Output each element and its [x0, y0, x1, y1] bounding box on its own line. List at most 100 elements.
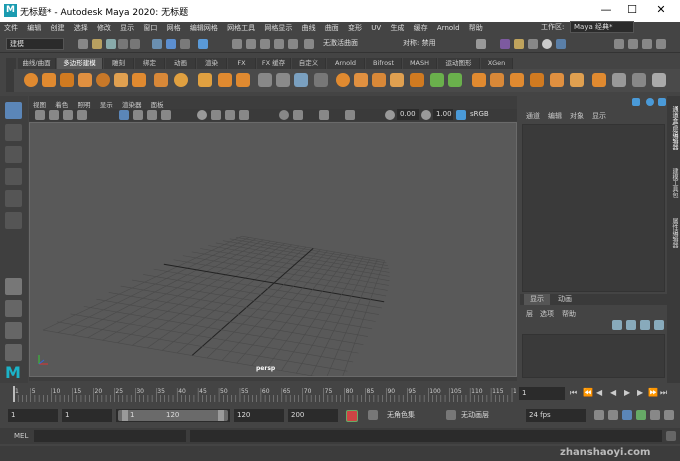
- target-weld-icon[interactable]: [314, 73, 328, 87]
- menu-create[interactable]: 创建: [50, 22, 64, 35]
- cut-uv-icon[interactable]: [592, 73, 606, 87]
- paint-select-icon[interactable]: [5, 146, 22, 163]
- range-right-grip[interactable]: [218, 410, 224, 421]
- menu-uv[interactable]: UV: [371, 22, 381, 35]
- color-management-icon[interactable]: [456, 110, 466, 120]
- side-tab-attribute-editor[interactable]: 属性编辑器: [668, 218, 679, 248]
- go-to-start-icon[interactable]: ⏮: [570, 388, 577, 398]
- menu-file[interactable]: 文件: [4, 22, 18, 35]
- redo-icon[interactable]: [130, 39, 140, 49]
- construction-history-icon[interactable]: [476, 39, 486, 49]
- character-set-icon[interactable]: [368, 410, 378, 420]
- layer-menu-layers[interactable]: 层: [526, 309, 533, 319]
- anti-alias-icon[interactable]: [239, 110, 249, 120]
- lasso-tool-icon[interactable]: [5, 124, 22, 141]
- snap-view-icon[interactable]: [274, 39, 284, 49]
- script-editor-icon[interactable]: [666, 431, 676, 441]
- panel-arrow-icon[interactable]: [632, 98, 640, 106]
- shelf-tab-xgen[interactable]: XGen: [481, 58, 513, 69]
- panel-float-icon[interactable]: [658, 98, 666, 106]
- fps-selector[interactable]: 24 fps: [526, 409, 586, 422]
- bookmarks-icon[interactable]: [49, 110, 59, 120]
- new-layer-selected-icon[interactable]: [654, 320, 664, 330]
- shelf-tab-fx-cache[interactable]: FX 缓存: [257, 58, 291, 69]
- animation-end-field[interactable]: 200: [288, 409, 338, 422]
- anim-layer-icon[interactable]: [446, 410, 456, 420]
- sweep-mesh-icon[interactable]: [198, 73, 212, 87]
- single-perspective-icon[interactable]: [5, 278, 22, 295]
- isolate-select-icon[interactable]: [279, 110, 289, 120]
- xray-components-icon[interactable]: [345, 110, 355, 120]
- minimize-button[interactable]: —: [598, 3, 614, 17]
- hypershade-icon[interactable]: [556, 39, 566, 49]
- step-back-frame-icon[interactable]: ◀: [596, 388, 602, 397]
- rotate-tool-icon[interactable]: [5, 190, 22, 207]
- auto-key-icon[interactable]: [346, 410, 358, 422]
- type-text-icon[interactable]: [218, 73, 232, 87]
- menu-mesh-display[interactable]: 网格显示: [264, 22, 292, 35]
- shelf-tab-custom[interactable]: 自定义: [292, 58, 326, 69]
- color-space-selector[interactable]: sRGB gamma: [467, 109, 515, 129]
- select-tool-icon[interactable]: [5, 102, 22, 119]
- menu-modify[interactable]: 修改: [97, 22, 111, 35]
- shelf-tab-render[interactable]: 渲染: [197, 58, 227, 69]
- planar-map-icon[interactable]: [570, 73, 584, 87]
- gamma-icon[interactable]: [421, 110, 431, 120]
- cb-menu-object[interactable]: 对象: [570, 111, 584, 121]
- menu-surfaces[interactable]: 曲面: [325, 22, 339, 35]
- tool-settings-icon[interactable]: [642, 39, 652, 49]
- loop-icon[interactable]: [594, 410, 604, 420]
- shelf-tab-fx[interactable]: FX: [228, 58, 256, 69]
- animation-start-field[interactable]: 1: [8, 409, 58, 422]
- render-current-icon[interactable]: [514, 39, 524, 49]
- panel-help-icon[interactable]: [646, 98, 654, 106]
- cb-menu-display[interactable]: 显示: [592, 111, 606, 121]
- boolean-icon[interactable]: [390, 73, 404, 87]
- menu-select[interactable]: 选择: [74, 22, 88, 35]
- current-frame-field[interactable]: 1: [519, 387, 565, 400]
- use-lights-icon[interactable]: [161, 110, 171, 120]
- step-forward-frame-icon[interactable]: ▶: [637, 388, 643, 397]
- shelf-tab-bifrost[interactable]: Bifrost: [366, 58, 402, 69]
- snap-surface-icon[interactable]: [288, 39, 298, 49]
- undo-icon[interactable]: [118, 39, 128, 49]
- extrude-icon[interactable]: [294, 73, 308, 87]
- quad-draw-icon[interactable]: [510, 73, 524, 87]
- select-object-icon[interactable]: [166, 39, 176, 49]
- shadows-icon[interactable]: [197, 110, 207, 120]
- bevel-icon[interactable]: [258, 73, 272, 87]
- mode-selector[interactable]: 建模: [6, 38, 64, 50]
- snap-curve-icon[interactable]: [246, 39, 256, 49]
- character-set-field[interactable]: 无角色集: [384, 409, 444, 422]
- go-to-end-icon[interactable]: ⏭: [660, 388, 667, 398]
- shelf-tab-sculpt[interactable]: 雕刻: [104, 58, 134, 69]
- menu-edit-mesh[interactable]: 编辑网格: [190, 22, 218, 35]
- separate-icon[interactable]: [354, 73, 368, 87]
- close-button[interactable]: ✕: [653, 3, 669, 17]
- far-clip-field[interactable]: 1.00: [433, 109, 453, 120]
- move-layer-down-icon[interactable]: [626, 320, 636, 330]
- camera-attributes-icon[interactable]: [35, 110, 45, 120]
- move-layer-up-icon[interactable]: [612, 320, 622, 330]
- near-clip-field[interactable]: 0.00: [397, 109, 419, 120]
- layer-menu-options[interactable]: 选项: [540, 309, 554, 319]
- render-settings-icon[interactable]: [542, 39, 552, 49]
- vp-menu-view[interactable]: 视图: [33, 99, 46, 109]
- layer-tab-display[interactable]: 显示: [524, 294, 550, 305]
- layer-list[interactable]: [522, 334, 665, 378]
- modeling-toolkit-icon[interactable]: [614, 39, 624, 49]
- shelf-tab-curves[interactable]: 曲线/曲面: [18, 58, 56, 69]
- menu-mesh-tools[interactable]: 网格工具: [227, 22, 255, 35]
- perspective-viewport[interactable]: persp: [29, 122, 517, 382]
- command-language-label[interactable]: MEL: [14, 432, 28, 440]
- select-component-icon[interactable]: [180, 39, 190, 49]
- snap-point-icon[interactable]: [260, 39, 270, 49]
- motion-blur-icon[interactable]: [225, 110, 235, 120]
- shelf-tab-anim[interactable]: 动画: [166, 58, 196, 69]
- step-forward-key-icon[interactable]: ⏩: [648, 388, 658, 397]
- vp-menu-show[interactable]: 显示: [100, 99, 113, 109]
- cb-menu-channels[interactable]: 通道: [526, 111, 540, 121]
- ipr-render-icon[interactable]: [528, 39, 538, 49]
- workspace-selector[interactable]: Maya 经典*: [570, 21, 634, 33]
- range-slider[interactable]: 1 120: [116, 409, 230, 422]
